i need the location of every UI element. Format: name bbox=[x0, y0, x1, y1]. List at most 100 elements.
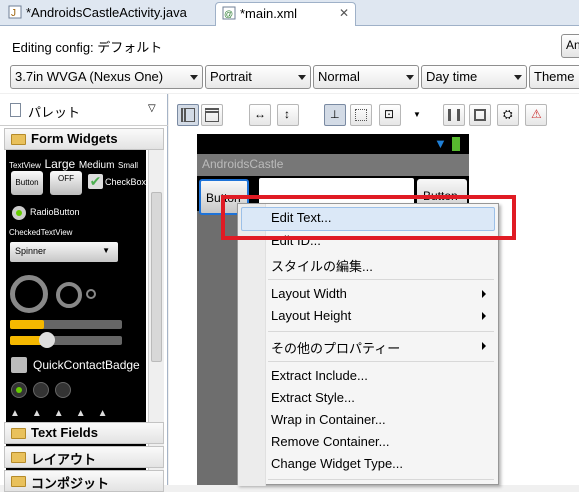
submenu-arrow-icon bbox=[482, 342, 486, 350]
submenu-arrow-icon bbox=[482, 312, 486, 320]
category-composite[interactable]: コンポジット bbox=[4, 470, 164, 492]
chevron-down-icon[interactable]: ▽ bbox=[148, 103, 156, 114]
context-menu: Edit Text... Edit ID... スタイルの編集... Layou… bbox=[237, 203, 499, 486]
menu-separator bbox=[268, 279, 494, 280]
fill-height-icon[interactable]: ↕ bbox=[277, 104, 299, 126]
chevron-down-icon bbox=[514, 75, 522, 80]
theme-value: Theme bbox=[534, 69, 575, 84]
rating-star-icon[interactable] bbox=[11, 382, 27, 398]
seekbar-thumb-icon[interactable] bbox=[39, 332, 55, 348]
java-file-icon: J bbox=[8, 5, 22, 19]
menu-separator bbox=[268, 331, 494, 332]
category-text-fields[interactable]: Text Fields bbox=[4, 422, 164, 444]
chevron-down-icon: ▼ bbox=[102, 246, 110, 255]
tab-activity-java[interactable]: J *AndroidsCastleActivity.java bbox=[2, 2, 193, 26]
clear-weights-icon[interactable]: ⚠ bbox=[525, 104, 547, 126]
menu-item-layout-width[interactable]: Layout Width bbox=[271, 286, 347, 301]
orientation-combo[interactable]: Portrait bbox=[205, 65, 311, 89]
close-icon[interactable]: ✕ bbox=[339, 6, 349, 20]
widget-large-text[interactable]: Large bbox=[45, 157, 76, 171]
menu-item-wrap-container[interactable]: Wrap in Container... bbox=[271, 412, 386, 427]
progress-large-icon[interactable] bbox=[10, 275, 48, 313]
editor-tab-bar: J *AndroidsCastleActivity.java @ *main.x… bbox=[0, 0, 579, 26]
category-label: Text Fields bbox=[31, 425, 98, 440]
tab-main-xml[interactable]: @ *main.xml ✕ bbox=[215, 2, 356, 26]
device-value: 3.7in WVGA (Nexus One) bbox=[15, 69, 164, 84]
radio-icon[interactable] bbox=[12, 206, 26, 220]
menu-item-extract-style[interactable]: Extract Style... bbox=[271, 390, 355, 405]
menu-item-other-properties[interactable]: その他のプロパティー bbox=[271, 338, 400, 357]
chevron-down-icon bbox=[190, 75, 198, 80]
distribute-icon[interactable] bbox=[443, 104, 465, 126]
chevron-down-icon bbox=[406, 75, 414, 80]
widget-checkbox-label: CheckBox bbox=[105, 177, 146, 187]
chevron-down-icon[interactable]: ▼ bbox=[413, 110, 421, 119]
weight-icon[interactable] bbox=[469, 104, 491, 126]
menu-item-layout-height[interactable]: Layout Height bbox=[271, 308, 351, 323]
margins-icon[interactable] bbox=[350, 104, 372, 126]
signal-icon: ▼ bbox=[434, 136, 447, 151]
menu-item-edit-style[interactable]: スタイルの編集... bbox=[271, 256, 373, 275]
status-bar: ▼ bbox=[197, 134, 469, 154]
palette-icon bbox=[10, 103, 21, 117]
menu-item-change-widget-type[interactable]: Change Widget Type... bbox=[271, 456, 403, 471]
widget-small-text[interactable]: Small bbox=[118, 161, 138, 170]
widget-button[interactable]: Button bbox=[11, 171, 43, 195]
chevron-down-icon bbox=[298, 75, 306, 80]
fill-width-icon[interactable]: ↔ bbox=[249, 104, 271, 126]
palette-panel: パレット ▽ Form Widgets TextView Large Mediu… bbox=[0, 94, 168, 492]
palette-header: パレット ▽ bbox=[0, 94, 168, 126]
scroll-thumb[interactable] bbox=[151, 192, 162, 362]
widget-textview[interactable]: TextView bbox=[9, 161, 41, 170]
progress-bar-horizontal[interactable] bbox=[10, 320, 122, 329]
baseline-icon[interactable]: ⊥ bbox=[324, 104, 346, 126]
category-layouts[interactable]: レイアウト bbox=[4, 446, 164, 468]
menu-gutter bbox=[238, 204, 266, 486]
config-button[interactable]: An bbox=[561, 34, 579, 58]
mode-combo[interactable]: Normal bbox=[313, 65, 419, 89]
device-combo[interactable]: 3.7in WVGA (Nexus One) bbox=[10, 65, 203, 89]
gravity-icon[interactable]: ⊡ bbox=[379, 104, 401, 126]
menu-item-extract-include[interactable]: Extract Include... bbox=[271, 368, 368, 383]
app-title: AndroidsCastle bbox=[202, 157, 284, 171]
widget-toggle-button[interactable]: OFF bbox=[50, 171, 82, 195]
time-combo[interactable]: Day time bbox=[421, 65, 527, 89]
folder-open-icon bbox=[11, 134, 26, 145]
theme-combo[interactable]: Theme bbox=[529, 65, 579, 89]
rating-star-icon[interactable] bbox=[33, 382, 49, 398]
ratingbar[interactable]: ▲▲▲▲▲ bbox=[10, 408, 120, 419]
menu-separator bbox=[268, 479, 494, 480]
layout-horizontal-icon[interactable] bbox=[177, 104, 199, 126]
xml-file-icon: @ bbox=[222, 6, 236, 20]
config-bar: Editing config: デフォルト An bbox=[0, 26, 579, 63]
orientation-value: Portrait bbox=[210, 69, 252, 84]
layout-vertical-icon[interactable] bbox=[201, 104, 223, 126]
contact-badge-icon[interactable] bbox=[11, 357, 27, 373]
battery-icon bbox=[452, 137, 460, 151]
device-selector-bar: 3.7in WVGA (Nexus One) Portrait Normal D… bbox=[0, 63, 579, 93]
folder-icon bbox=[11, 476, 26, 487]
time-value: Day time bbox=[426, 69, 478, 84]
set-weights-icon[interactable]: ⛭ bbox=[497, 104, 519, 126]
mode-value: Normal bbox=[318, 69, 360, 84]
category-label: Form Widgets bbox=[31, 131, 118, 146]
seekbar[interactable] bbox=[10, 336, 122, 345]
tab-label: *AndroidsCastleActivity.java bbox=[26, 5, 187, 20]
title-bar: AndroidsCastle bbox=[197, 154, 469, 176]
folder-icon bbox=[11, 428, 26, 439]
category-form-widgets[interactable]: Form Widgets bbox=[4, 128, 164, 150]
widget-checkedtextview[interactable]: CheckedTextView bbox=[9, 228, 72, 237]
widget-medium-text[interactable]: Medium bbox=[79, 160, 115, 171]
rating-star-icon[interactable] bbox=[55, 382, 71, 398]
progress-medium-icon[interactable] bbox=[56, 282, 82, 308]
category-label: コンポジット bbox=[31, 476, 110, 491]
menu-item-remove-container[interactable]: Remove Container... bbox=[271, 434, 390, 449]
folder-icon bbox=[11, 452, 26, 463]
checkbox-icon[interactable]: ✔ bbox=[88, 174, 103, 189]
editing-config-label: Editing config: デフォルト bbox=[12, 40, 163, 55]
svg-text:J: J bbox=[11, 8, 16, 19]
progress-small-icon[interactable] bbox=[86, 289, 96, 299]
palette-title: パレット bbox=[28, 105, 81, 120]
spinner-label: Spinner bbox=[15, 246, 47, 256]
widget-spinner[interactable]: Spinner ▼ bbox=[10, 242, 118, 262]
